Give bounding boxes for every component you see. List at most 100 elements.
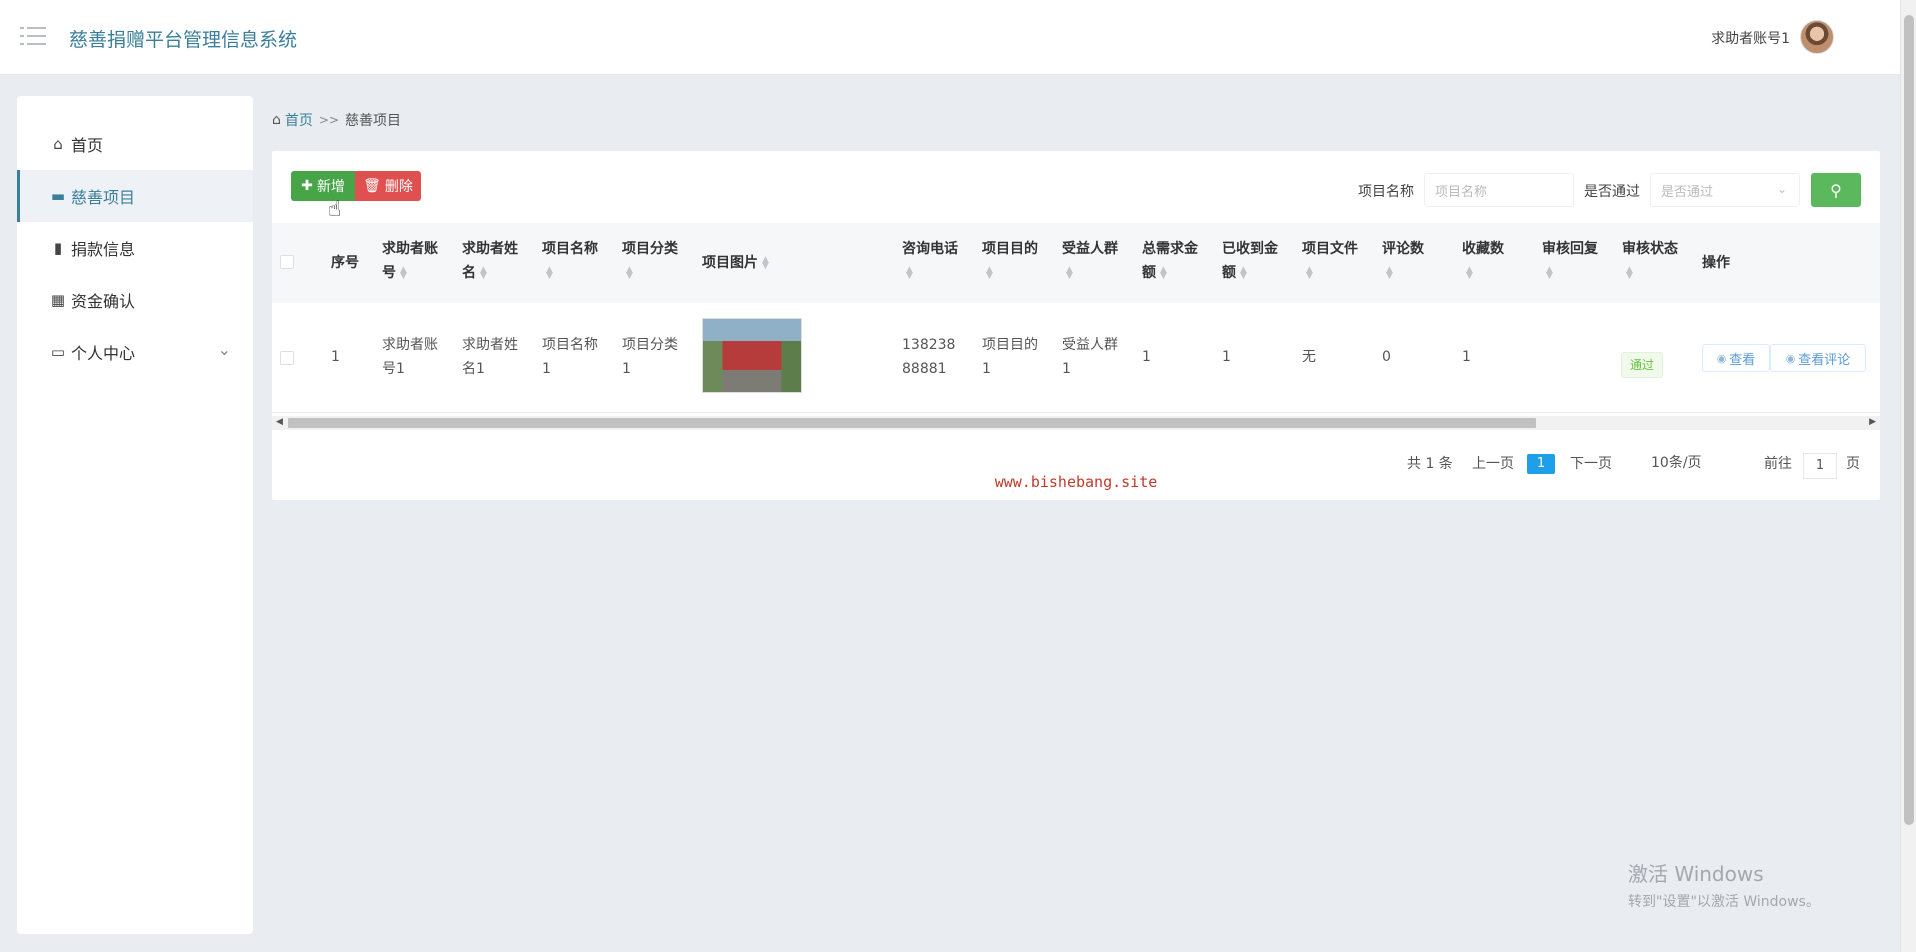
pagination-goto-label: 前往 — [1764, 456, 1792, 472]
page-size-label: 10条/页 — [1651, 455, 1702, 471]
page-scrollbar-thumb[interactable] — [1904, 15, 1914, 825]
row-checkbox[interactable] — [280, 351, 294, 365]
pagination-prev[interactable]: 上一页 — [1472, 453, 1514, 473]
column-header-phone[interactable]: 咨询电话 ▲ ▼ — [902, 237, 964, 285]
column-header-account[interactable]: 求助者账号 ▲ ▼ — [382, 237, 444, 285]
sidebar-item-home[interactable]: ⌂ 首页 — [17, 118, 253, 170]
table-row[interactable]: 1 求助者账号1 求助者姓名1 项目名称1 项目分类1 13823888881 … — [272, 303, 1880, 413]
column-header-beneficiary[interactable]: 受益人群 ▲ ▼ — [1062, 237, 1124, 285]
column-header-category[interactable]: 项目分类 ▲ ▼ — [622, 237, 684, 285]
cell-name: 求助者姓名1 — [462, 337, 518, 377]
column-header-total-needed[interactable]: 总需求金额 ▲ ▼ — [1142, 237, 1204, 285]
column-header-image[interactable]: 项目图片 ▲ ▼ — [702, 251, 769, 275]
home-icon: ⌂ — [272, 112, 281, 128]
home-icon: ⌂ — [53, 135, 63, 153]
view-button-label: 查看 — [1729, 352, 1756, 368]
windows-activation-watermark: 激活 Windows 转到"设置"以激活 Windows。 — [1628, 858, 1820, 911]
top-header: 慈善捐赠平台管理信息系统 求助者账号1 — [0, 0, 1900, 75]
sort-icon[interactable]: ▲ ▼ — [1466, 266, 1473, 281]
pagination-next[interactable]: 下一页 — [1570, 453, 1612, 473]
windows-activation-title: 激活 Windows — [1628, 862, 1764, 886]
breadcrumb-home-link[interactable]: 首页 — [285, 110, 313, 130]
column-header-received[interactable]: 已收到金额 ▲ ▼ — [1222, 237, 1284, 285]
column-header-review-status[interactable]: 审核状态 ▲ ▼ — [1622, 237, 1684, 285]
sort-icon[interactable]: ▲ ▼ — [1240, 266, 1247, 281]
hamburger-icon[interactable] — [20, 26, 46, 48]
sidebar-item-charity-projects[interactable]: ▬ 慈善项目 — [17, 170, 253, 222]
scroll-left-arrow-icon[interactable]: ◀ — [276, 417, 283, 427]
breadcrumb-current: 慈善项目 — [345, 113, 401, 129]
view-comments-button-label: 查看评论 — [1798, 352, 1851, 368]
column-header-name[interactable]: 求助者姓名 ▲ ▼ — [462, 237, 524, 285]
windows-activation-hint: 转到"设置"以激活 Windows。 — [1628, 894, 1820, 910]
view-comments-button[interactable]: ◉ 查看评论 — [1770, 344, 1866, 372]
sort-icon[interactable]: ▲ ▼ — [400, 266, 407, 281]
cell-index: 1 — [331, 349, 340, 365]
site-watermark: www.bishebang.site — [994, 473, 1158, 491]
cell-account: 求助者账号1 — [382, 337, 438, 377]
table-horizontal-scrollbar[interactable]: ◀ ▶ — [272, 416, 1880, 430]
search-icon: ⚲ — [1830, 180, 1842, 200]
column-header-purpose[interactable]: 项目目的 ▲ ▼ — [982, 237, 1044, 285]
project-image-thumbnail[interactable] — [702, 318, 802, 393]
delete-button-label: 删除 — [384, 179, 413, 195]
sidebar-item-personal-center[interactable]: ▭ 个人中心 ⌄ — [17, 326, 253, 378]
chevron-down-icon: ⌄ — [1776, 182, 1787, 196]
column-header-comments[interactable]: 评论数 ▲ ▼ — [1382, 237, 1444, 285]
sort-icon[interactable]: ▲ ▼ — [762, 256, 769, 271]
app-title: 慈善捐赠平台管理信息系统 — [69, 29, 298, 51]
approval-status-select[interactable]: 是否通过 ⌄ — [1650, 173, 1800, 207]
cell-comments: 0 — [1382, 349, 1391, 365]
monitor-icon: ▬ — [50, 187, 66, 205]
sidebar-item-fund-confirm[interactable]: ▦ 资金确认 — [17, 274, 253, 326]
pagination-goto-suffix: 页 — [1846, 456, 1860, 472]
sort-icon[interactable]: ▲ ▼ — [546, 266, 553, 281]
status-badge: 通过 — [1621, 352, 1664, 378]
cell-favorites: 1 — [1462, 349, 1471, 365]
sort-icon[interactable]: ▲ ▼ — [1626, 266, 1633, 281]
sidebar-item-label: 个人中心 — [71, 344, 136, 363]
column-header-file[interactable]: 项目文件 ▲ ▼ — [1302, 237, 1364, 285]
sort-icon[interactable]: ▲ ▼ — [626, 266, 633, 281]
delete-button[interactable]: 🗑 删除 — [355, 171, 421, 201]
user-name[interactable]: 求助者账号1 — [1711, 28, 1790, 48]
add-button[interactable]: ✚ 新增 — [291, 171, 355, 201]
column-header-favorites[interactable]: 收藏数 ▲ ▼ — [1462, 237, 1524, 285]
sort-icon[interactable]: ▲ ▼ — [1386, 266, 1393, 281]
project-name-search-input[interactable]: 项目名称 — [1424, 173, 1574, 207]
page-scrollbar[interactable] — [1900, 0, 1916, 952]
column-header-index: 序号 — [331, 255, 359, 271]
sort-icon[interactable]: ▲ ▼ — [1066, 266, 1073, 281]
pagination-current-page[interactable]: 1 — [1527, 454, 1555, 474]
sort-icon[interactable]: ▲ ▼ — [1546, 266, 1553, 281]
cell-phone: 13823888881 — [902, 337, 956, 377]
eye-icon: ◉ — [1716, 351, 1727, 365]
chevron-down-icon: ⌄ — [217, 340, 231, 359]
column-header-review-reply[interactable]: 审核回复 ▲ ▼ — [1542, 237, 1604, 285]
sort-icon[interactable]: ▲ ▼ — [1306, 266, 1313, 281]
sidebar-item-label: 慈善项目 — [71, 188, 136, 207]
view-button[interactable]: ◉ 查看 — [1702, 344, 1770, 372]
cell-file: 无 — [1302, 349, 1316, 365]
add-button-label: 新增 — [316, 179, 345, 195]
select-all-checkbox[interactable] — [280, 255, 294, 269]
sidebar-item-label: 资金确认 — [71, 292, 136, 311]
search-status-placeholder: 是否通过 — [1661, 184, 1714, 200]
sidebar-item-donations[interactable]: ▮ 捐款信息 — [17, 222, 253, 274]
search-status-label: 是否通过 — [1584, 184, 1640, 200]
search-name-label: 项目名称 — [1358, 184, 1414, 200]
plus-icon: ✚ — [301, 178, 313, 194]
table-scrollbar-thumb[interactable] — [288, 418, 1536, 428]
search-name-placeholder: 项目名称 — [1435, 184, 1488, 200]
cell-project-name: 项目名称1 — [542, 337, 598, 377]
user-avatar[interactable] — [1800, 20, 1834, 54]
pagination-total: 共 1 条 — [1407, 456, 1453, 472]
search-button[interactable]: ⚲ — [1811, 173, 1861, 207]
sort-icon[interactable]: ▲ ▼ — [1160, 266, 1167, 281]
sort-icon[interactable]: ▲ ▼ — [906, 266, 913, 281]
scroll-right-arrow-icon[interactable]: ▶ — [1869, 417, 1876, 427]
eye-icon: ◉ — [1785, 351, 1796, 365]
sort-icon[interactable]: ▲ ▼ — [480, 266, 487, 281]
sort-icon[interactable]: ▲ ▼ — [986, 266, 993, 281]
column-header-project-name[interactable]: 项目名称 ▲ ▼ — [542, 237, 604, 285]
